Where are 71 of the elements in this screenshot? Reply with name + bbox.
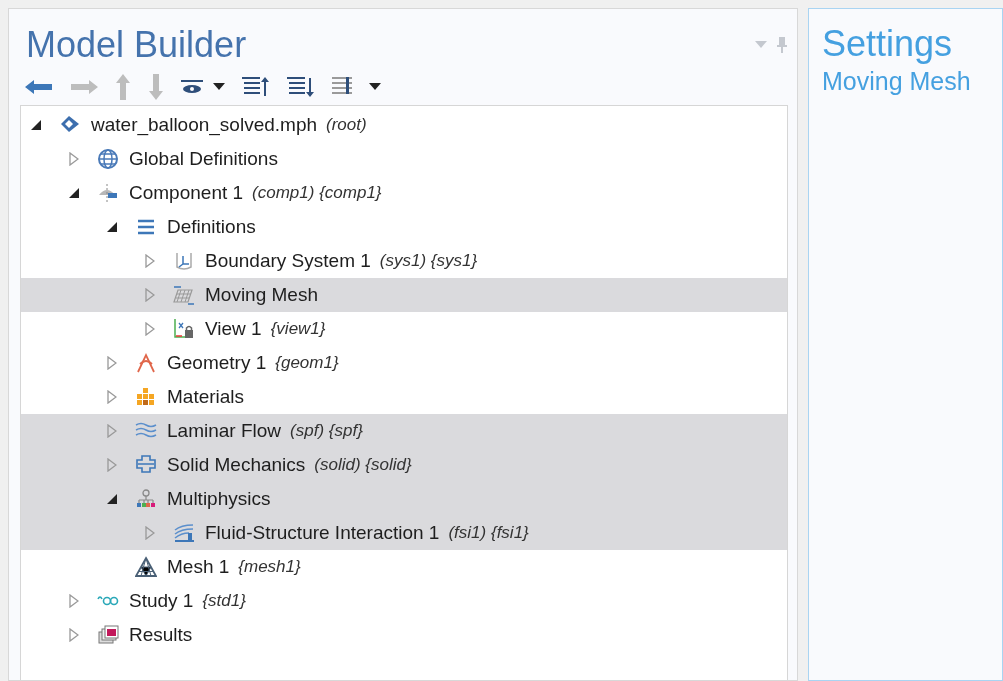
collapsed-toggle-icon[interactable] <box>145 322 155 336</box>
node-tag: {mesh1} <box>238 554 301 580</box>
expanded-toggle-icon[interactable] <box>69 188 79 198</box>
collapsed-toggle-icon[interactable] <box>69 628 79 642</box>
node-label: Study 1 <box>129 588 194 613</box>
node-label: Component 1 <box>129 180 244 205</box>
mesh-grid-icon <box>173 284 195 306</box>
collapsed-toggle-icon[interactable] <box>69 152 79 166</box>
node-label: Moving Mesh <box>205 282 318 307</box>
eye-icon[interactable] <box>181 79 203 95</box>
node-tag: {geom1} <box>275 350 339 376</box>
node-label: water_balloon_solved.mph <box>91 112 318 138</box>
expanded-toggle-icon[interactable] <box>107 494 117 504</box>
node-tag: (root) <box>326 112 367 138</box>
collapsed-toggle-icon[interactable] <box>107 458 117 472</box>
solid-mechanics-icon <box>135 454 157 476</box>
pin-icon[interactable] <box>777 37 787 53</box>
expand-list-icon[interactable] <box>287 76 315 98</box>
multiphysics-icon <box>135 488 157 510</box>
node-label: Materials <box>167 384 245 409</box>
up-arrow-icon[interactable] <box>115 74 131 100</box>
results-stack-icon <box>97 624 119 646</box>
node-label: Geometry 1 <box>167 350 267 375</box>
node-tag: (sys1) {sys1} <box>379 248 478 274</box>
back-arrow-icon[interactable] <box>25 79 53 95</box>
collapsed-toggle-icon[interactable] <box>145 526 155 540</box>
component-icon <box>97 182 119 204</box>
panel-title: Settings <box>822 23 954 65</box>
node-label: Global Definitions <box>129 146 278 171</box>
forward-arrow-icon[interactable] <box>70 79 98 95</box>
caret-icon[interactable] <box>213 83 225 91</box>
node-label: Mesh 1 <box>167 554 230 579</box>
down-arrow-icon[interactable] <box>148 74 164 100</box>
collapsed-toggle-icon[interactable] <box>107 390 117 404</box>
tree-row[interactable]: Multiphysics <box>21 482 787 516</box>
tree-row[interactable]: Solid Mechanics (solid) {solid} <box>21 448 787 482</box>
tree-row[interactable]: Moving Mesh <box>21 278 787 312</box>
node-label: View 1 <box>205 316 262 341</box>
node-tag: {view1} <box>270 316 326 342</box>
collapse-list-icon[interactable] <box>242 76 270 98</box>
fluid-structure-icon <box>173 522 195 544</box>
node-label: Definitions <box>167 214 256 239</box>
compass-icon <box>135 352 157 374</box>
collapsed-toggle-icon[interactable] <box>107 356 117 370</box>
node-label: Laminar Flow <box>167 418 282 443</box>
triangle-mesh-icon <box>135 556 157 578</box>
panel-subtitle: Moving Mesh <box>822 66 972 97</box>
collapsed-toggle-icon[interactable] <box>145 254 155 268</box>
node-tag: (solid) {solid} <box>314 452 412 478</box>
node-label: Results <box>129 622 193 647</box>
node-tag: (comp1) {comp1} <box>252 180 382 206</box>
panel-title: Model Builder <box>26 25 247 65</box>
globe-icon <box>97 148 119 170</box>
collapsed-toggle-icon[interactable] <box>145 288 155 302</box>
collapsed-toggle-icon[interactable] <box>69 594 79 608</box>
tree-row[interactable]: Laminar Flow (spf) {spf} <box>21 414 787 448</box>
caret-icon[interactable] <box>369 83 381 91</box>
tree-row[interactable]: Fluid-Structure Interaction 1 (fsi1) {fsi1} <box>21 516 787 550</box>
node-label: Fluid-Structure Interaction 1 <box>205 520 440 545</box>
view-icon <box>173 318 195 340</box>
node-label: Solid Mechanics <box>167 452 306 477</box>
collapsed-toggle-icon[interactable] <box>107 424 117 438</box>
expanded-toggle-icon[interactable] <box>31 120 41 130</box>
node-tag: (spf) {spf} <box>290 418 363 444</box>
blocks-icon <box>135 386 157 408</box>
node-tag: {std1} <box>202 588 246 614</box>
expanded-toggle-icon[interactable] <box>107 222 117 232</box>
node-label: Multiphysics <box>167 486 271 511</box>
coordinate-system-icon <box>173 250 195 272</box>
node-label: Boundary System 1 <box>205 248 371 273</box>
node-tag: (fsi1) {fsi1} <box>448 520 529 546</box>
